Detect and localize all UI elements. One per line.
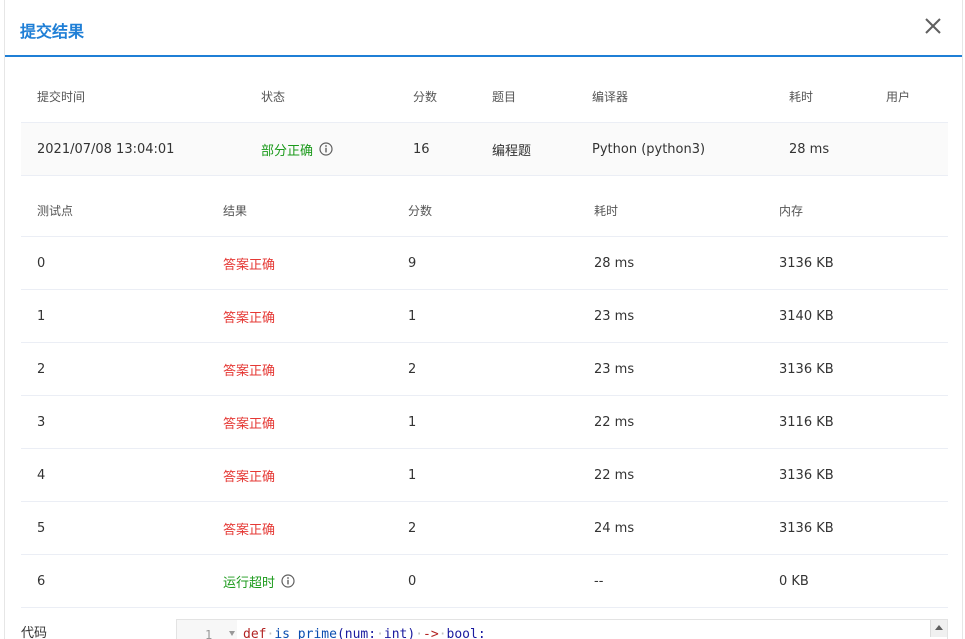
code-function-name: is_prime bbox=[274, 627, 337, 639]
info-icon[interactable] bbox=[281, 574, 295, 588]
testcase-result-cell: 运行超时 bbox=[223, 555, 295, 607]
summary-header-row: 提交时间 状态 分数 题目 编译器 耗时 用户 bbox=[21, 71, 948, 123]
table-row: 5 答案正确 2 24 ms 3136 KB bbox=[21, 502, 948, 555]
fold-arrow-icon[interactable] bbox=[229, 631, 235, 636]
testcase-time: 22 ms bbox=[594, 467, 635, 483]
testcase-score: 2 bbox=[408, 361, 417, 377]
header-case-time: 耗时 bbox=[594, 204, 619, 218]
header-problem: 题目 bbox=[492, 90, 517, 104]
testcase-memory: 3116 KB bbox=[779, 414, 834, 430]
testcase-header-row: 测试点 结果 分数 耗时 内存 bbox=[21, 185, 948, 237]
header-status: 状态 bbox=[261, 90, 286, 104]
header-user: 用户 bbox=[886, 90, 911, 104]
code-editor[interactable]: 1 def·is_prime(num:·int)·->·bool: bbox=[176, 619, 948, 639]
testcase-score: 0 bbox=[408, 573, 417, 589]
status-text: 部分正确 bbox=[261, 143, 314, 159]
testcase-time: 23 ms bbox=[594, 361, 635, 377]
header-submit-time: 提交时间 bbox=[37, 90, 86, 104]
testcase-result: 答案正确 bbox=[223, 522, 276, 538]
testcase-memory: 3136 KB bbox=[779, 255, 834, 271]
code-type-int: int bbox=[383, 627, 408, 639]
testcase-time: 24 ms bbox=[594, 520, 635, 536]
summary-row: 2021/07/08 13:04:01 部分正确 16 编程题 Python (… bbox=[21, 123, 948, 176]
close-button[interactable] bbox=[922, 15, 944, 37]
testcase-score: 1 bbox=[408, 414, 417, 430]
testcase-score: 1 bbox=[408, 308, 417, 324]
header-testcase: 测试点 bbox=[37, 204, 74, 218]
header-compiler: 编译器 bbox=[592, 90, 629, 104]
testcase-result: 答案正确 bbox=[223, 469, 276, 485]
code-type-bool: bool bbox=[446, 627, 478, 639]
dialog-title: 提交结果 bbox=[20, 22, 85, 41]
code-label: 代码 bbox=[21, 626, 48, 639]
header-duration: 耗时 bbox=[789, 90, 814, 104]
code-gutter: 1 bbox=[177, 620, 237, 639]
table-row: 3 答案正确 1 22 ms 3116 KB bbox=[21, 396, 948, 449]
table-row: 0 答案正确 9 28 ms 3136 KB bbox=[21, 237, 948, 290]
submission-status: 部分正确 bbox=[261, 123, 333, 175]
code-params-open: (num: bbox=[336, 627, 377, 639]
submit-time: 2021/07/08 13:04:01 bbox=[37, 141, 175, 157]
testcase-id: 4 bbox=[37, 467, 46, 483]
code-arrow: -> bbox=[423, 627, 439, 639]
line-number: 1 bbox=[205, 628, 213, 639]
table-row: 4 答案正确 1 22 ms 3136 KB bbox=[21, 449, 948, 502]
testcase-memory: 3136 KB bbox=[779, 467, 834, 483]
info-icon[interactable] bbox=[319, 142, 333, 156]
testcase-result: 运行超时 bbox=[223, 575, 276, 591]
table-row: 1 答案正确 1 23 ms 3140 KB bbox=[21, 290, 948, 343]
testcase-time: -- bbox=[594, 573, 604, 589]
close-icon bbox=[925, 18, 941, 34]
testcase-time: 23 ms bbox=[594, 308, 635, 324]
testcase-id: 2 bbox=[37, 361, 46, 377]
testcase-result: 答案正确 bbox=[223, 310, 276, 326]
compiler-name: Python (python3) bbox=[592, 141, 706, 157]
scroll-up-arrow-icon[interactable] bbox=[930, 620, 947, 637]
testcase-table: 测试点 结果 分数 耗时 内存 0 答案正确 9 28 ms 3136 KB 1… bbox=[21, 185, 948, 608]
submission-summary-table: 提交时间 状态 分数 题目 编译器 耗时 用户 2021/07/08 13:04… bbox=[21, 71, 948, 176]
header-score: 分数 bbox=[413, 90, 438, 104]
testcase-memory: 3136 KB bbox=[779, 520, 834, 536]
testcase-memory: 3136 KB bbox=[779, 361, 834, 377]
testcase-score: 9 bbox=[408, 255, 417, 271]
total-score: 16 bbox=[413, 141, 430, 157]
code-line: def·is_prime(num:·int)·->·bool: bbox=[243, 627, 486, 639]
testcase-time: 22 ms bbox=[594, 414, 635, 430]
table-row: 6 运行超时 0 -- 0 KB bbox=[21, 555, 948, 608]
testcase-id: 5 bbox=[37, 520, 46, 536]
testcase-id: 1 bbox=[37, 308, 46, 324]
testcase-score: 1 bbox=[408, 467, 417, 483]
testcase-time: 28 ms bbox=[594, 255, 635, 271]
dialog-header: 提交结果 bbox=[5, 0, 962, 57]
testcase-score: 2 bbox=[408, 520, 417, 536]
header-case-memory: 内存 bbox=[779, 204, 804, 218]
testcase-memory: 0 KB bbox=[779, 573, 809, 589]
code-colon: : bbox=[477, 627, 486, 639]
code-keyword: def bbox=[243, 627, 267, 639]
submission-result-dialog: 提交结果 提交时间 状态 分数 题目 编译器 耗时 用户 2021/07/08 … bbox=[4, 0, 963, 639]
testcase-result: 答案正确 bbox=[223, 416, 276, 432]
header-result: 结果 bbox=[223, 204, 248, 218]
testcase-result: 答案正确 bbox=[223, 363, 276, 379]
testcase-id: 0 bbox=[37, 255, 46, 271]
testcase-id: 3 bbox=[37, 414, 46, 430]
problem-name: 编程题 bbox=[492, 143, 532, 159]
table-row: 2 答案正确 2 23 ms 3136 KB bbox=[21, 343, 948, 396]
testcase-id: 6 bbox=[37, 573, 46, 589]
testcase-memory: 3140 KB bbox=[779, 308, 834, 324]
total-duration: 28 ms bbox=[789, 141, 830, 157]
testcase-result: 答案正确 bbox=[223, 257, 276, 273]
header-case-score: 分数 bbox=[408, 204, 433, 218]
